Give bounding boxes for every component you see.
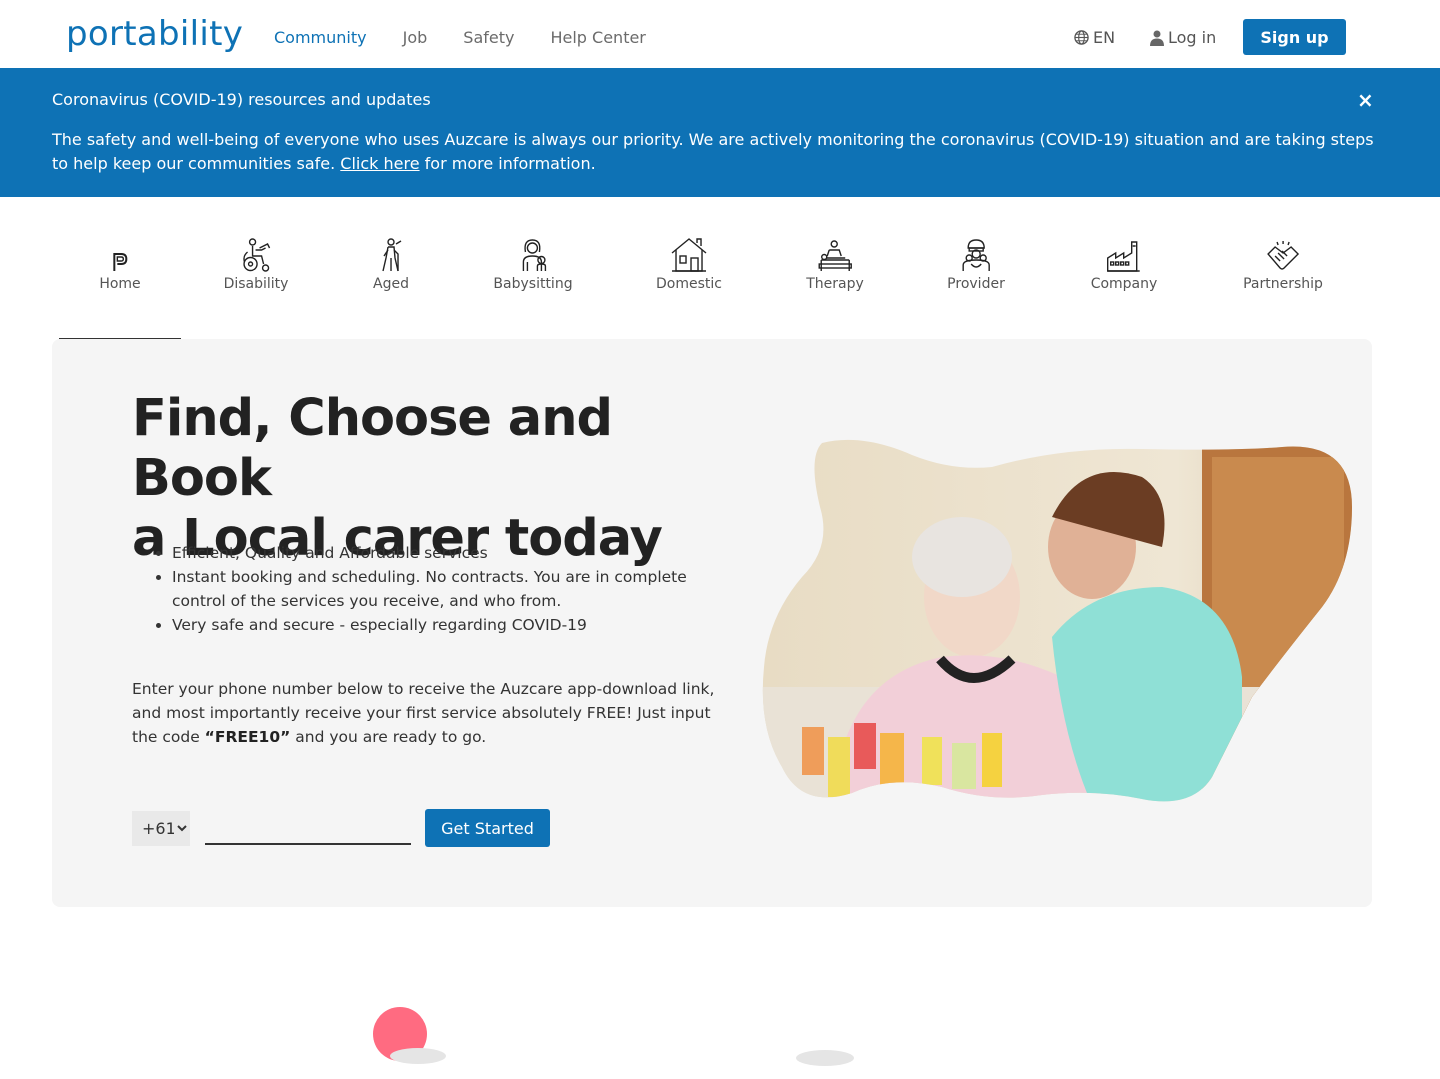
promo-code: “FREE10” (204, 728, 291, 746)
hero-title-line1: Find, Choose and Book (132, 389, 613, 508)
language-label: EN (1093, 28, 1116, 47)
category-bar: Home Disability Aged Babysitting Domesti… (0, 232, 1440, 302)
main-nav: Community Job Safety Help Center (274, 28, 682, 47)
covid-banner: Coronavirus (COVID-19) resources and upd… (0, 68, 1440, 197)
home-p-icon (113, 253, 128, 271)
category-domestic[interactable]: Domestic (656, 232, 722, 292)
hero-section: Find, Choose and Book a Local carer toda… (52, 339, 1372, 907)
decorative-sun-icon (373, 1007, 446, 1064)
logo[interactable]: portability (66, 14, 243, 54)
category-label: Aged (373, 276, 409, 292)
intro-text-after: and you are ready to go. (290, 728, 487, 746)
provider-icon (962, 239, 990, 271)
elderly-icon (382, 238, 402, 272)
phone-input[interactable] (205, 811, 411, 845)
category-label: Therapy (806, 276, 864, 292)
bullet-item: Very safe and secure - especially regard… (172, 613, 732, 637)
phone-form: +61 Get Started (132, 809, 550, 847)
babysitter-icon (522, 239, 546, 271)
carer-photo (762, 439, 1353, 802)
banner-text: The safety and well-being of everyone wh… (52, 128, 1382, 176)
banner-title: Coronavirus (COVID-19) resources and upd… (52, 90, 431, 109)
nav-job[interactable]: Job (403, 28, 428, 47)
signup-button[interactable]: Sign up (1243, 19, 1346, 55)
user-icon (1150, 30, 1164, 46)
banner-text-before: The safety and well-being of everyone wh… (52, 130, 1374, 173)
category-aged[interactable]: Aged (373, 232, 409, 292)
login-label: Log in (1168, 28, 1217, 47)
category-babysitting[interactable]: Babysitting (493, 232, 573, 292)
category-home[interactable]: Home (99, 232, 141, 292)
massage-icon (818, 240, 852, 271)
hero-intro: Enter your phone number below to receive… (132, 677, 732, 749)
category-partnership[interactable]: Partnership (1243, 232, 1323, 292)
category-label: Disability (223, 276, 289, 292)
country-code-select[interactable]: +61 (132, 810, 190, 846)
handshake-icon (1267, 241, 1299, 270)
category-label: Home (99, 276, 141, 292)
category-disability[interactable]: Disability (223, 232, 289, 292)
category-label: Company (1090, 276, 1158, 292)
nav-community[interactable]: Community (274, 28, 367, 47)
site-header: portability Community Job Safety Help Ce… (0, 0, 1440, 68)
decorative-cloud-icon (796, 1050, 854, 1066)
wheelchair-icon (243, 238, 271, 272)
category-provider[interactable]: Provider (947, 232, 1005, 292)
banner-text-after: for more information. (419, 154, 596, 173)
login-link[interactable]: Log in (1150, 28, 1216, 47)
category-label: Partnership (1243, 276, 1323, 292)
house-icon (671, 238, 707, 272)
get-started-button[interactable]: Get Started (425, 809, 550, 847)
factory-icon (1107, 241, 1140, 272)
globe-icon (1074, 30, 1089, 45)
category-label: Domestic (656, 276, 722, 292)
category-label: Provider (947, 276, 1005, 292)
category-company[interactable]: Company (1090, 232, 1158, 292)
language-selector[interactable]: EN (1074, 28, 1115, 47)
category-label: Babysitting (493, 276, 573, 292)
nav-help-center[interactable]: Help Center (550, 28, 645, 47)
bullet-item: Efficient, Quality and Affordable servic… (172, 541, 732, 565)
hero-bullets: Efficient, Quality and Affordable servic… (172, 541, 732, 637)
bullet-item: Instant booking and scheduling. No contr… (172, 565, 732, 613)
category-therapy[interactable]: Therapy (806, 232, 864, 292)
banner-click-here-link[interactable]: Click here (340, 154, 419, 173)
nav-safety[interactable]: Safety (463, 28, 514, 47)
close-icon[interactable]: × (1357, 88, 1374, 112)
